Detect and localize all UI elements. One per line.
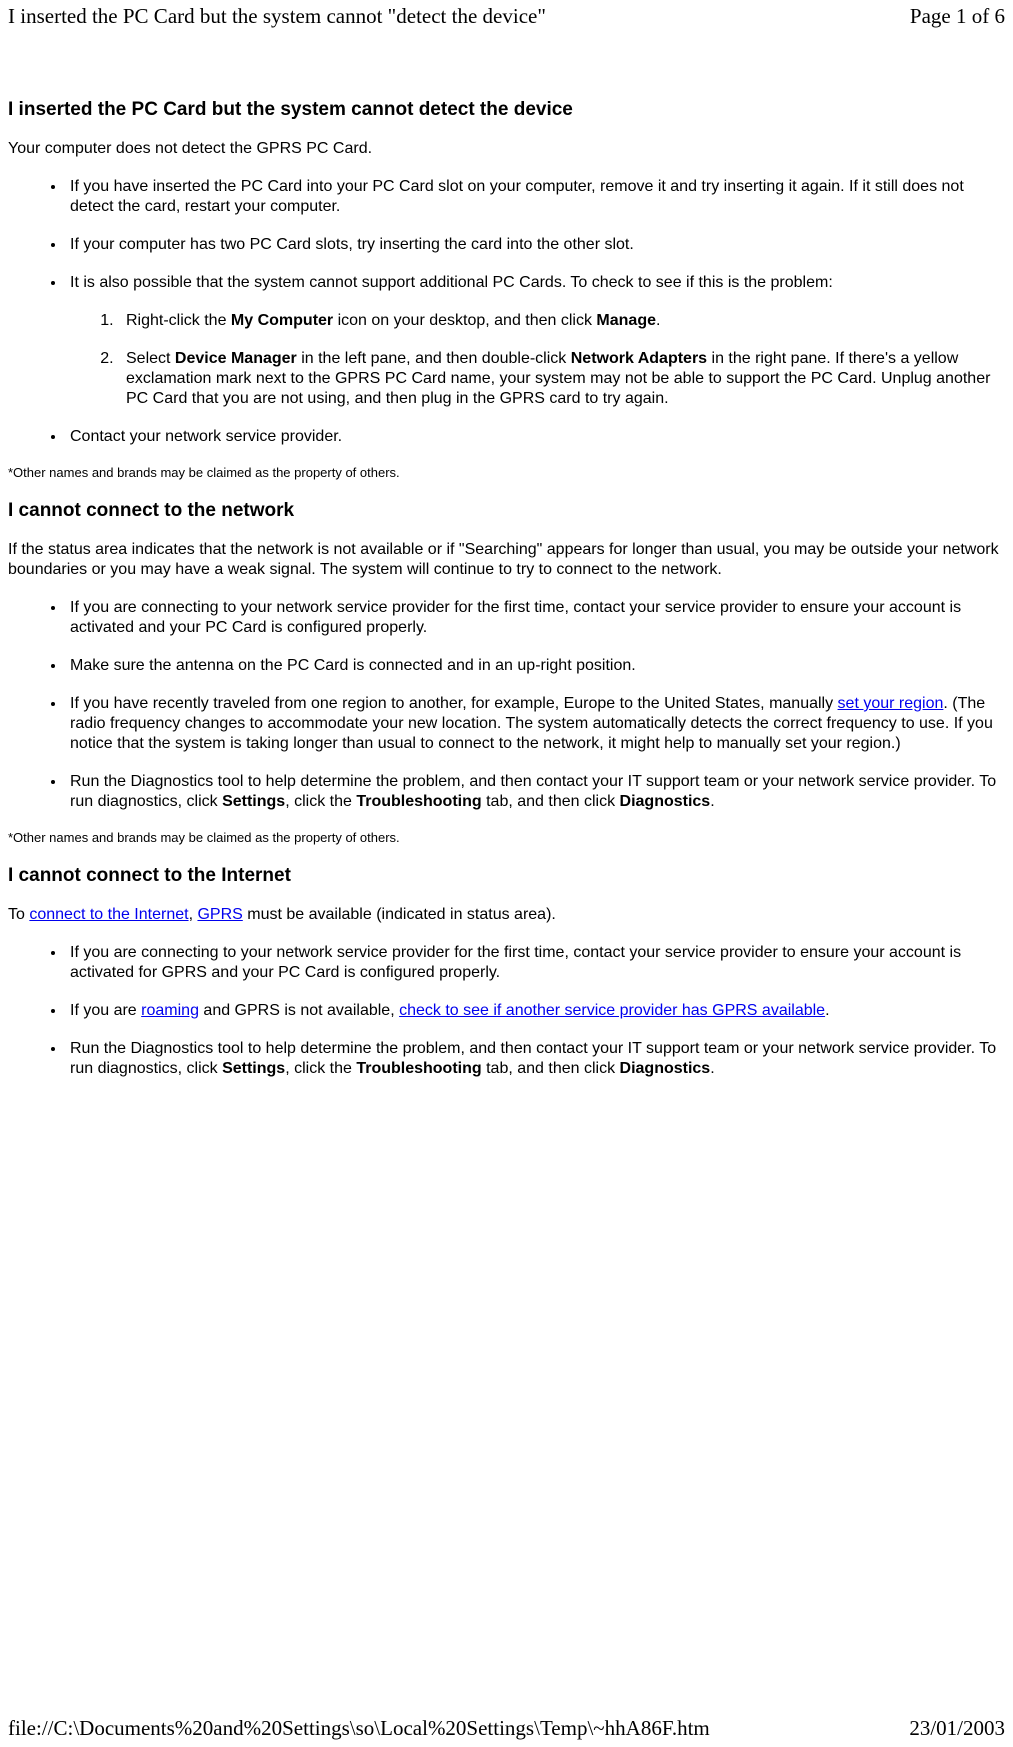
text: . (710, 1060, 714, 1077)
bold-text: My Computer (231, 312, 333, 329)
footer-path: file://C:\Documents%20and%20Settings\so\… (8, 1716, 710, 1741)
roaming-link[interactable]: roaming (141, 1002, 199, 1019)
list-item: Contact your network service provider. (66, 427, 1005, 447)
section2-title: I cannot connect to the network (8, 500, 1005, 522)
list-item: Select Device Manager in the left pane, … (118, 349, 1005, 409)
bold-text: Settings (222, 793, 285, 810)
list-item: If you have inserted the PC Card into yo… (66, 177, 1005, 217)
section1-nested-list: Right-click the My Computer icon on your… (70, 311, 1005, 409)
footer-date: 23/01/2003 (909, 1716, 1005, 1741)
text: must be available (indicated in status a… (243, 906, 556, 923)
section3-title: I cannot connect to the Internet (8, 865, 1005, 887)
bold-text: Network Adapters (571, 350, 707, 367)
bold-text: Troubleshooting (356, 793, 481, 810)
list-item-text: It is also possible that the system cann… (70, 274, 833, 291)
section1-intro: Your computer does not detect the GPRS P… (8, 139, 1005, 159)
text: , click the (285, 1060, 356, 1077)
list-item: If you are connecting to your network se… (66, 598, 1005, 638)
text: To (8, 906, 29, 923)
header-title: I inserted the PC Card but the system ca… (8, 4, 546, 29)
bold-text: Manage (596, 312, 656, 329)
gprs-provider-link[interactable]: check to see if another service provider… (399, 1002, 825, 1019)
section2-intro: If the status area indicates that the ne… (8, 540, 1005, 580)
section1-title: I inserted the PC Card but the system ca… (8, 99, 1005, 121)
bold-text: Device Manager (175, 350, 297, 367)
list-item: If you are connecting to your network se… (66, 943, 1005, 983)
gprs-link[interactable]: GPRS (197, 906, 242, 923)
text: . (825, 1002, 829, 1019)
section2-list: If you are connecting to your network se… (8, 598, 1005, 812)
bold-text: Diagnostics (620, 793, 711, 810)
text: If you are (70, 1002, 141, 1019)
list-item: If you are roaming and GPRS is not avail… (66, 1001, 1005, 1021)
list-item: Right-click the My Computer icon on your… (118, 311, 1005, 331)
section1-list: If you have inserted the PC Card into yo… (8, 177, 1005, 447)
page: I inserted the PC Card but the system ca… (0, 0, 1013, 1747)
section2-footnote: *Other names and brands may be claimed a… (8, 830, 1005, 845)
list-item: Run the Diagnostics tool to help determi… (66, 1039, 1005, 1079)
set-region-link[interactable]: set your region (838, 695, 944, 712)
text: Right-click the (126, 312, 231, 329)
content-body: I inserted the PC Card but the system ca… (0, 29, 1013, 1079)
text: If you have recently traveled from one r… (70, 695, 838, 712)
bold-text: Settings (222, 1060, 285, 1077)
text: icon on your desktop, and then click (333, 312, 596, 329)
connect-internet-link[interactable]: connect to the Internet (29, 906, 188, 923)
list-item: Run the Diagnostics tool to help determi… (66, 772, 1005, 812)
section3-intro: To connect to the Internet, GPRS must be… (8, 905, 1005, 925)
text: and GPRS is not available, (199, 1002, 399, 1019)
list-item: If your computer has two PC Card slots, … (66, 235, 1005, 255)
page-indicator: Page 1 of 6 (910, 4, 1005, 29)
text: , click the (285, 793, 356, 810)
page-header: I inserted the PC Card but the system ca… (0, 0, 1013, 29)
bold-text: Troubleshooting (356, 1060, 481, 1077)
text: tab, and then click (482, 1060, 620, 1077)
bold-text: Diagnostics (620, 1060, 711, 1077)
list-item: It is also possible that the system cann… (66, 273, 1005, 409)
page-footer: file://C:\Documents%20and%20Settings\so\… (0, 1716, 1013, 1741)
section3-list: If you are connecting to your network se… (8, 943, 1005, 1079)
text: Select (126, 350, 175, 367)
section1-footnote: *Other names and brands may be claimed a… (8, 465, 1005, 480)
text: . (656, 312, 660, 329)
list-item: Make sure the antenna on the PC Card is … (66, 656, 1005, 676)
list-item: If you have recently traveled from one r… (66, 694, 1005, 754)
text: . (710, 793, 714, 810)
text: tab, and then click (482, 793, 620, 810)
text: in the left pane, and then double-click (297, 350, 571, 367)
